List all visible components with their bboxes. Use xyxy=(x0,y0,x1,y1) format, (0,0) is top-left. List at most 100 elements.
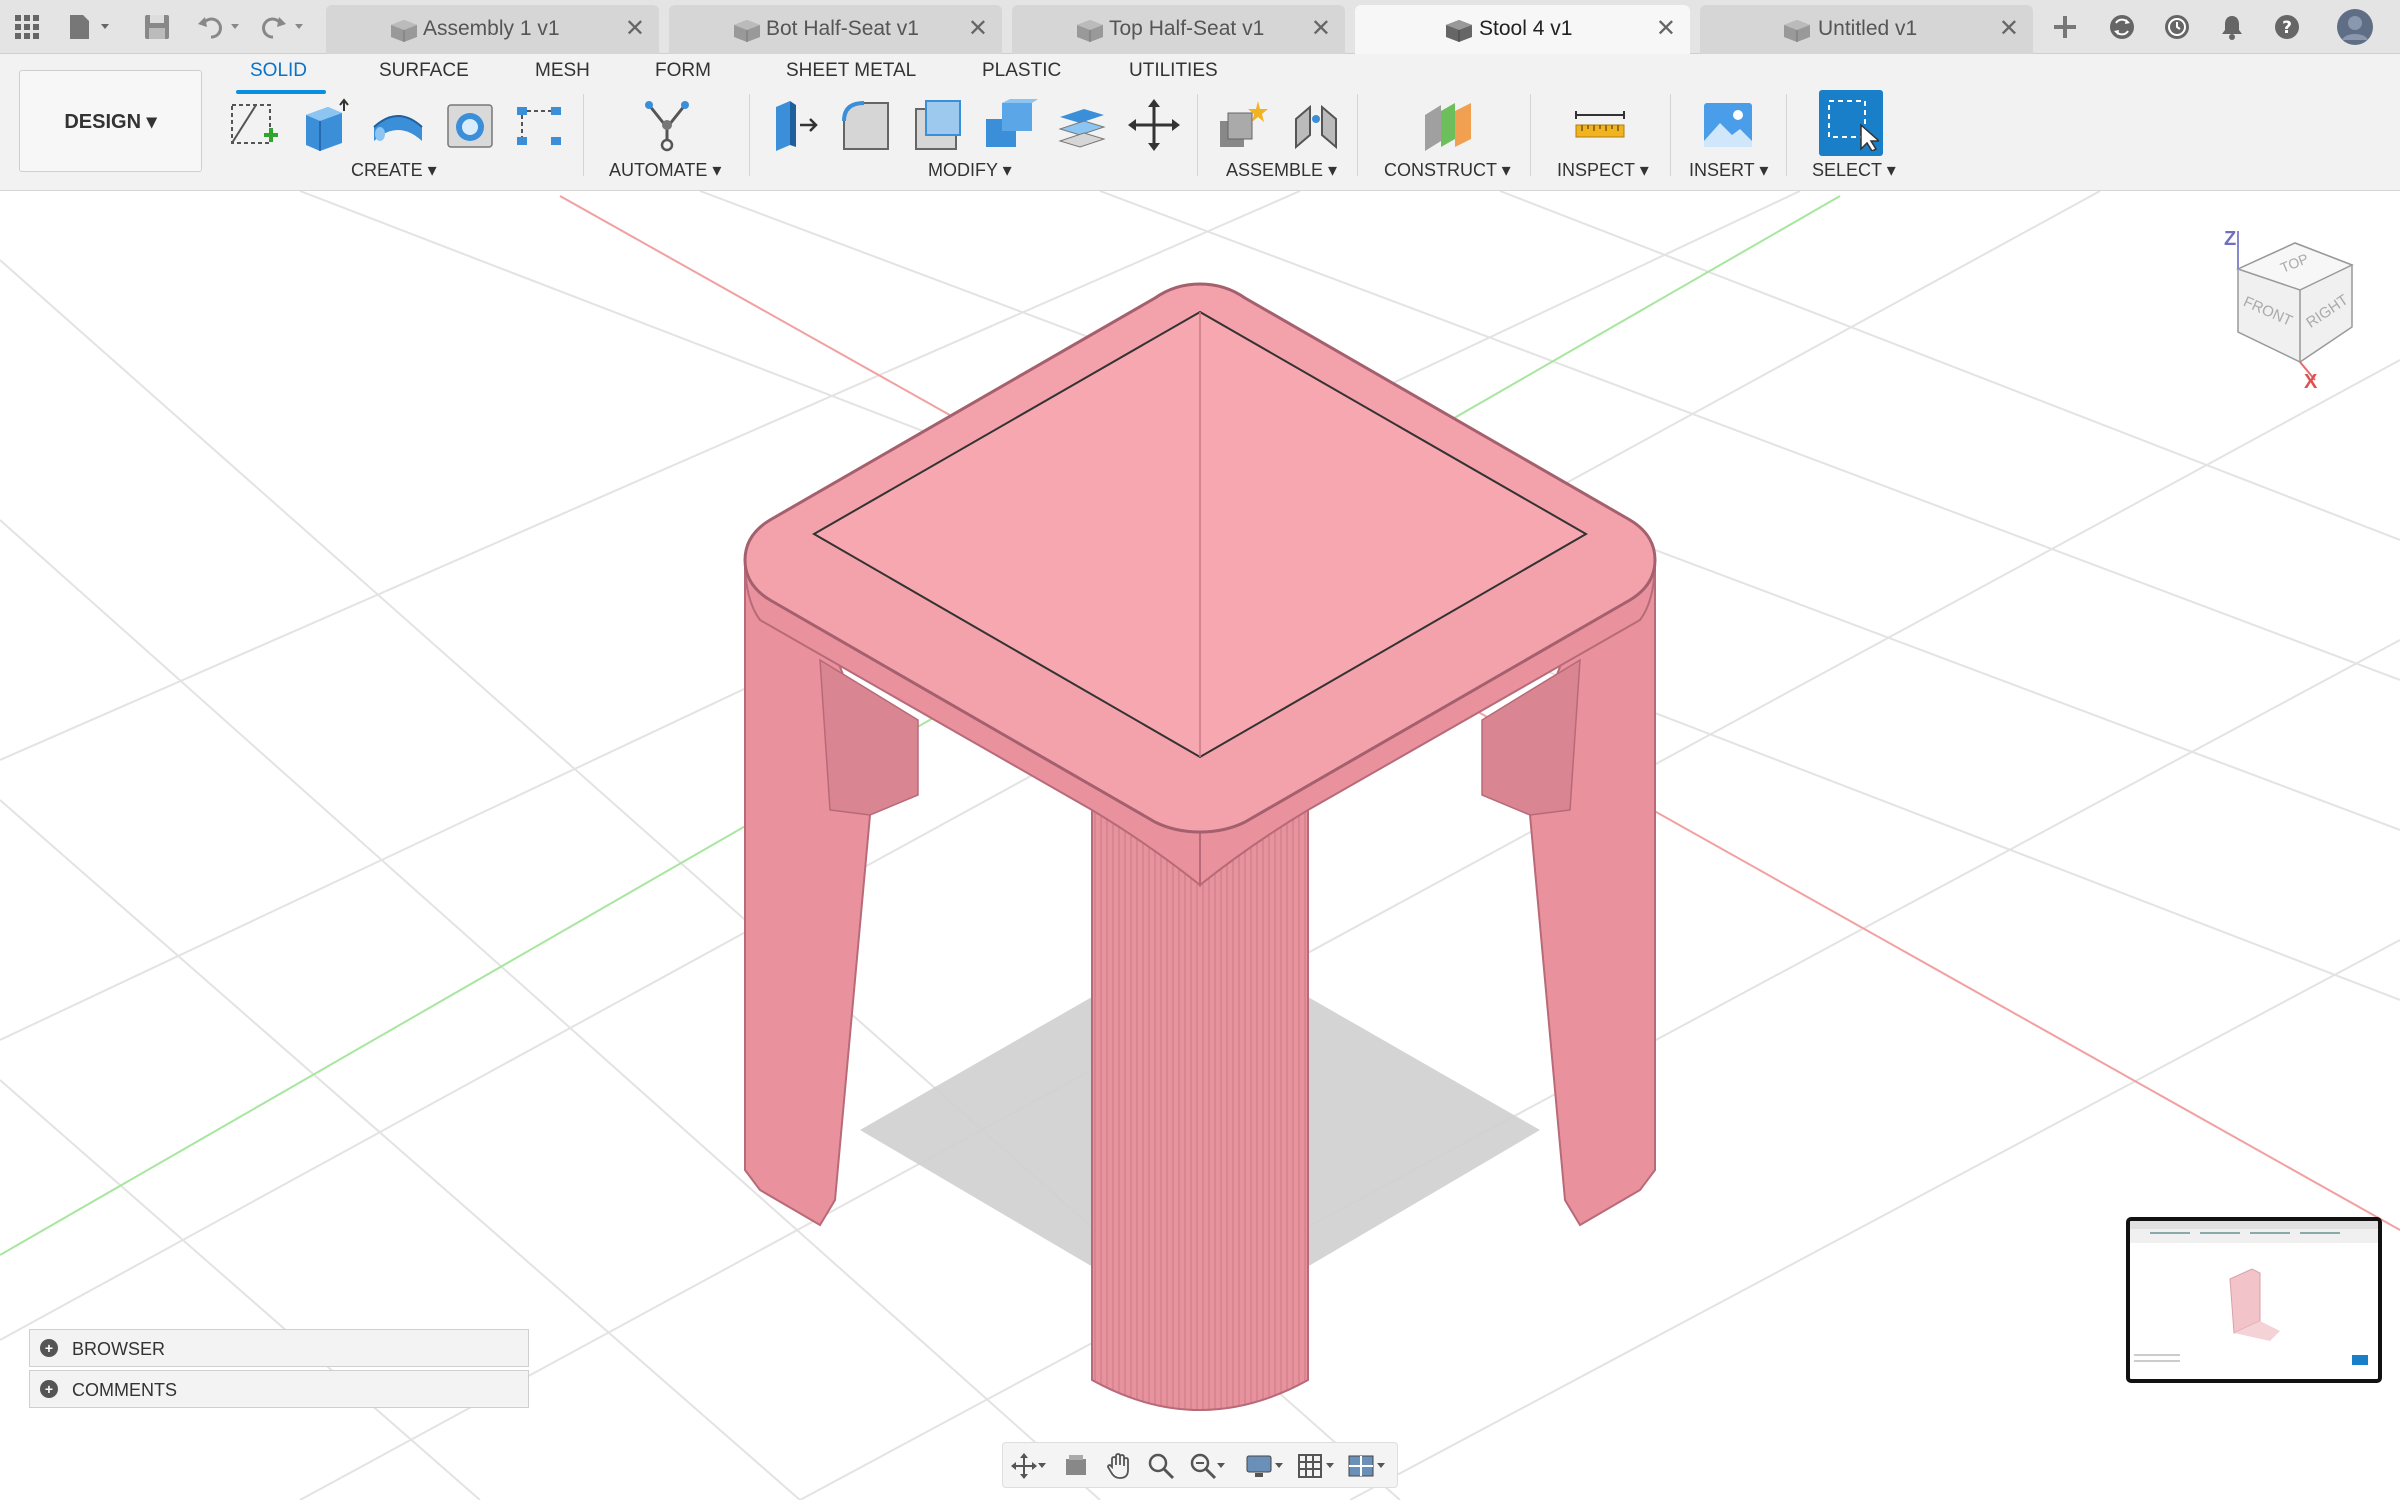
orbit-icon[interactable] xyxy=(1009,1451,1039,1481)
expand-plus-icon[interactable]: + xyxy=(40,1380,58,1398)
create-sketch-icon[interactable] xyxy=(223,94,285,156)
close-tab-icon[interactable]: ✕ xyxy=(1311,17,1331,41)
ribbon-toolbar: DESIGN ▾ SOLID SURFACE MESH FORM SHEET M… xyxy=(0,54,2400,191)
tab-assembly-1[interactable]: Assembly 1 v1 ✕ xyxy=(326,5,659,54)
stool-leg-front xyxy=(1091,809,1309,1411)
press-pull-icon[interactable] xyxy=(763,94,825,156)
app-grid-icon[interactable] xyxy=(12,0,42,54)
undo-icon[interactable] xyxy=(196,0,246,54)
tab-solid[interactable]: SOLID xyxy=(250,60,307,82)
component-cube-icon xyxy=(1784,20,1810,42)
move-icon[interactable] xyxy=(1123,94,1185,156)
pattern-icon[interactable] xyxy=(508,94,570,156)
component-cube-icon xyxy=(391,20,417,42)
sweep-icon[interactable] xyxy=(367,94,429,156)
tab-form[interactable]: FORM xyxy=(655,60,711,82)
browser-label: BROWSER xyxy=(72,1339,166,1359)
component-cube-icon xyxy=(1446,20,1472,42)
automate-group-label[interactable]: AUTOMATE ▾ xyxy=(609,160,721,181)
select-group-label[interactable]: SELECT ▾ xyxy=(1812,160,1896,181)
inspect-group-label[interactable]: INSPECT ▾ xyxy=(1557,160,1649,181)
toolbar-separator xyxy=(1530,94,1531,176)
chevron-down-icon[interactable] xyxy=(1376,1461,1386,1471)
toolbar-separator xyxy=(1670,94,1671,176)
shell-icon[interactable] xyxy=(907,94,969,156)
fit-zoom-icon[interactable] xyxy=(1188,1451,1218,1481)
viewcube-z-axis-label: Z xyxy=(2224,228,2237,250)
tab-mesh[interactable]: MESH xyxy=(535,60,590,82)
navigation-bar xyxy=(1002,1442,1398,1488)
component-cube-icon xyxy=(734,20,760,42)
automate-icon[interactable] xyxy=(636,94,698,156)
notifications-bell-icon[interactable] xyxy=(2215,0,2249,54)
close-tab-icon[interactable]: ✕ xyxy=(968,17,988,41)
file-menu-icon[interactable] xyxy=(66,0,116,54)
joint-icon[interactable] xyxy=(1285,94,1347,156)
tab-surface[interactable]: SURFACE xyxy=(379,60,469,82)
display-settings-icon[interactable] xyxy=(1244,1451,1274,1481)
tab-label: Top Half-Seat v1 xyxy=(1109,17,1265,40)
tab-sheet-metal[interactable]: SHEET METAL xyxy=(786,60,916,82)
workspace-switcher-button[interactable]: DESIGN ▾ xyxy=(19,70,202,172)
svg-text:?: ? xyxy=(2282,18,2292,38)
revolve-icon[interactable] xyxy=(439,94,501,156)
toolbar-separator xyxy=(1786,94,1787,176)
document-tab-bar: Assembly 1 v1 ✕ Bot Half-Seat v1 ✕ Top H… xyxy=(0,0,2400,54)
tab-utilities[interactable]: UTILITIES xyxy=(1129,60,1218,82)
comments-panel[interactable]: + COMMENTS xyxy=(29,1370,529,1408)
pan-hand-icon[interactable] xyxy=(1104,1451,1134,1481)
component-cube-icon xyxy=(1077,20,1103,42)
extensions-icon[interactable] xyxy=(2105,0,2139,54)
toolbar-separator xyxy=(583,94,584,176)
toolbar-separator xyxy=(1197,94,1198,176)
viewports-icon[interactable] xyxy=(1346,1451,1376,1481)
measure-icon[interactable] xyxy=(1569,94,1631,156)
close-tab-icon[interactable]: ✕ xyxy=(625,17,645,41)
tab-label: Stool 4 v1 xyxy=(1479,17,1573,40)
new-component-icon[interactable] xyxy=(1211,94,1273,156)
redo-icon[interactable] xyxy=(260,0,310,54)
offset-plane-icon[interactable] xyxy=(1416,94,1478,156)
combine-icon[interactable] xyxy=(979,94,1041,156)
grid-settings-icon[interactable] xyxy=(1295,1451,1325,1481)
chevron-down-icon[interactable] xyxy=(1274,1461,1284,1471)
tab-bot-half-seat[interactable]: Bot Half-Seat v1 ✕ xyxy=(669,5,1002,54)
chevron-down-icon[interactable] xyxy=(1037,1461,1047,1471)
canvas-viewport[interactable]: Z X TOP FRONT RIGHT + BROWSER + COMMENTS xyxy=(0,191,2400,1500)
close-tab-icon[interactable]: ✕ xyxy=(1999,17,2019,41)
tab-untitled[interactable]: Untitled v1 ✕ xyxy=(1700,5,2033,54)
browser-panel[interactable]: + BROWSER xyxy=(29,1329,529,1367)
tab-label: Assembly 1 v1 xyxy=(423,17,560,40)
assemble-group-label[interactable]: ASSEMBLE ▾ xyxy=(1226,160,1337,181)
job-status-clock-icon[interactable] xyxy=(2160,0,2194,54)
chevron-down-icon[interactable] xyxy=(1325,1461,1335,1471)
zoom-icon[interactable] xyxy=(1146,1451,1176,1481)
toolbar-separator xyxy=(1357,94,1358,176)
toolbar-separator xyxy=(749,94,750,176)
expand-plus-icon[interactable]: + xyxy=(40,1339,58,1357)
new-tab-plus-icon[interactable] xyxy=(2050,0,2080,54)
select-tool-button[interactable] xyxy=(1819,90,1883,156)
fillet-icon[interactable] xyxy=(835,94,897,156)
create-group-label[interactable]: CREATE ▾ xyxy=(351,160,437,181)
tab-top-half-seat[interactable]: Top Half-Seat v1 ✕ xyxy=(1012,5,1345,54)
user-avatar-icon[interactable] xyxy=(2335,0,2375,54)
construct-group-label[interactable]: CONSTRUCT ▾ xyxy=(1384,160,1511,181)
offset-face-icon[interactable] xyxy=(1051,94,1113,156)
save-icon[interactable] xyxy=(140,0,174,54)
help-icon[interactable]: ? xyxy=(2270,0,2304,54)
insert-image-icon[interactable] xyxy=(1697,94,1759,156)
insert-group-label[interactable]: INSERT ▾ xyxy=(1689,160,1768,181)
tab-plastic[interactable]: PLASTIC xyxy=(982,60,1061,82)
modify-group-label[interactable]: MODIFY ▾ xyxy=(928,160,1012,181)
model-scene[interactable] xyxy=(0,191,2400,1500)
tab-label: Bot Half-Seat v1 xyxy=(766,17,919,40)
extrude-icon[interactable] xyxy=(295,94,357,156)
tab-stool-4[interactable]: Stool 4 v1 ✕ xyxy=(1355,5,1690,54)
look-at-icon[interactable] xyxy=(1061,1451,1091,1481)
close-tab-icon[interactable]: ✕ xyxy=(1656,17,1676,41)
thumbnail-preview-image xyxy=(2130,1221,2378,1365)
chevron-down-icon[interactable] xyxy=(1216,1461,1226,1471)
comments-label: COMMENTS xyxy=(72,1380,177,1400)
screen-recording-thumbnail[interactable] xyxy=(2126,1217,2382,1383)
